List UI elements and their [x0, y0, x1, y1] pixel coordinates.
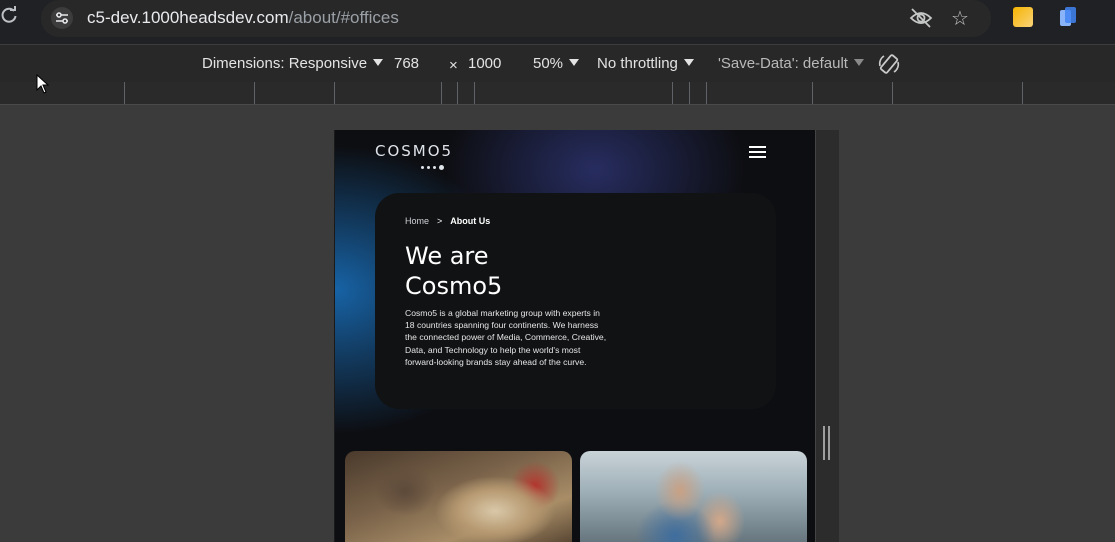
title-line-1: We are [405, 242, 489, 270]
eye-off-icon[interactable] [909, 7, 933, 29]
office-team-photo [580, 451, 807, 542]
chevron-down-icon [373, 59, 384, 66]
extension-icon[interactable] [1060, 7, 1077, 27]
device-viewport[interactable]: COSMO5 Home > About Us We are Cosmo5 Cosmo… [334, 130, 815, 542]
title-line-2: Cosmo5 [405, 272, 503, 300]
dimensions-label: Dimensions: Responsive [202, 55, 368, 72]
width-input[interactable]: 768 [394, 55, 419, 72]
times-icon: × [449, 57, 458, 74]
hero-card: Home > About Us We are Cosmo5 Cosmo5 is a … [375, 193, 776, 409]
dimensions-select[interactable]: Dimensions: Responsive [202, 55, 384, 72]
reload-icon[interactable] [0, 6, 20, 30]
hamburger-menu-icon[interactable] [749, 146, 766, 158]
page-title: We are Cosmo5 [405, 241, 605, 301]
breadcrumb-home[interactable]: Home [405, 216, 429, 226]
throttling-label: No throttling [597, 55, 678, 72]
chevron-down-icon [569, 59, 580, 66]
ruler-tick [254, 82, 255, 104]
browser-toolbar: c5-dev.1000headsdev.com/about/#offices ☆ [0, 0, 1115, 44]
breadcrumb-separator: > [437, 216, 443, 226]
save-data-label: 'Save-Data': default [718, 55, 848, 72]
ruler-tick [124, 82, 125, 104]
mouse-cursor-icon [36, 73, 50, 94]
ruler-tick [457, 82, 458, 104]
media-query-ruler[interactable] [0, 82, 1115, 105]
logo-dots [421, 157, 447, 170]
resize-handle[interactable] [823, 426, 831, 460]
intro-paragraph: Cosmo5 is a global marketing group with … [405, 308, 607, 367]
url-path: /about/#offices [288, 8, 399, 27]
url-text[interactable]: c5-dev.1000headsdev.com/about/#offices [87, 8, 399, 28]
chevron-down-icon [853, 59, 864, 66]
zoom-label: 50% [533, 55, 564, 72]
device-toolbar: Dimensions: Responsive 768 × 1000 50% No… [0, 44, 1115, 82]
viewport-scroll-gutter [815, 130, 839, 542]
ruler-tick [892, 82, 893, 104]
height-input[interactable]: 1000 [468, 55, 501, 72]
team-meeting-photo [345, 451, 572, 542]
rotate-icon[interactable] [877, 52, 901, 76]
ruler-tick [1022, 82, 1023, 104]
ruler-tick [812, 82, 813, 104]
ruler-tick [334, 82, 335, 104]
bookmark-star-icon[interactable]: ☆ [951, 6, 973, 30]
url-host: c5-dev.1000headsdev.com [87, 8, 289, 27]
zoom-select[interactable]: 50% [533, 55, 580, 72]
ruler-tick [706, 82, 707, 104]
chevron-down-icon [683, 59, 694, 66]
ruler-tick [672, 82, 673, 104]
breadcrumb: Home > About Us [405, 216, 490, 226]
ruler-tick [441, 82, 442, 104]
save-data-select[interactable]: 'Save-Data': default [718, 55, 864, 72]
ruler-tick [689, 82, 690, 104]
address-bar[interactable]: c5-dev.1000headsdev.com/about/#offices ☆ [41, 0, 991, 37]
extension-icon[interactable] [1013, 7, 1033, 27]
site-settings-icon[interactable] [51, 7, 73, 29]
ruler-tick [474, 82, 475, 104]
throttling-select[interactable]: No throttling [597, 55, 694, 72]
breadcrumb-current: About Us [450, 216, 491, 226]
